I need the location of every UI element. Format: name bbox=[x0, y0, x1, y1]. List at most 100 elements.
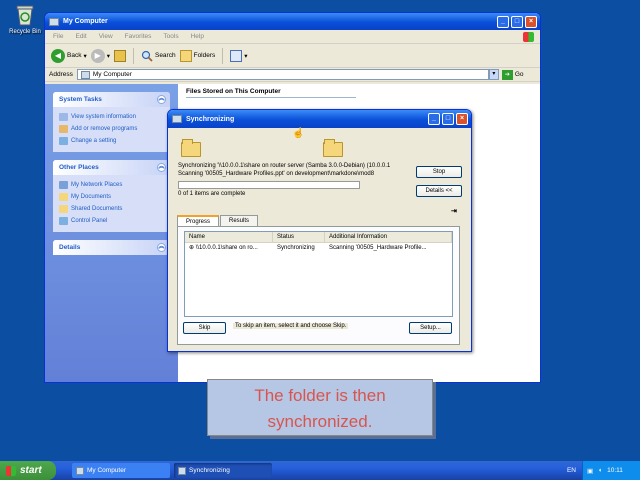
link-label: Change a setting bbox=[71, 138, 117, 144]
system-info-icon bbox=[59, 113, 68, 121]
add-remove-programs-link[interactable]: Add or remove programs bbox=[59, 123, 164, 135]
network-share-icon: ⊕ bbox=[189, 245, 195, 251]
programs-icon bbox=[59, 125, 68, 133]
stop-button[interactable]: Stop bbox=[416, 166, 462, 178]
control-panel-link[interactable]: Control Panel bbox=[59, 215, 164, 227]
minimize-button[interactable]: _ bbox=[497, 15, 509, 28]
taskbar-item-synchronizing[interactable]: Synchronizing bbox=[174, 463, 272, 478]
computer-icon bbox=[49, 17, 59, 26]
folders-button[interactable]: Folders bbox=[179, 49, 216, 62]
skip-hint-text: To skip an item, select it and choose Sk… bbox=[233, 323, 349, 329]
maximize-button[interactable]: □ bbox=[511, 15, 523, 28]
control-panel-icon bbox=[59, 217, 68, 225]
caption-line-1: The folder is then bbox=[254, 386, 386, 405]
other-places-title: Other Places bbox=[59, 164, 99, 171]
column-info[interactable]: Additional Information bbox=[325, 232, 452, 242]
details-title: Details bbox=[59, 244, 81, 251]
resize-grip-icon[interactable]: ⇥ bbox=[451, 207, 457, 215]
other-places-panel: Other Places ︽ My Network Places My Docu… bbox=[53, 160, 170, 232]
go-button[interactable]: ➔ Go bbox=[501, 69, 524, 80]
progress-tab-panel: Name Status Additional Information ⊕ \\1… bbox=[177, 226, 460, 345]
network-icon bbox=[59, 181, 68, 189]
collapse-icon[interactable]: ︽ bbox=[157, 163, 166, 172]
details-button[interactable]: Details << bbox=[416, 185, 462, 197]
task-label: Synchronizing bbox=[189, 467, 230, 474]
dropdown-icon[interactable]: ▾ bbox=[83, 52, 86, 60]
close-button[interactable]: × bbox=[456, 113, 468, 125]
forward-arrow-icon: ▶ bbox=[90, 48, 105, 63]
menu-help[interactable]: Help bbox=[191, 33, 204, 40]
dropdown-icon[interactable]: ▾ bbox=[107, 52, 110, 60]
back-button[interactable]: ◀ Back ▾ bbox=[51, 48, 87, 63]
views-button[interactable]: ▾ bbox=[230, 49, 248, 62]
sync-line-1: Synchronizing '\\10.0.0.1\share on route… bbox=[178, 163, 391, 169]
start-label: start bbox=[20, 465, 42, 476]
maximize-button[interactable]: □ bbox=[442, 113, 454, 125]
dialog-title: Synchronizing bbox=[186, 115, 235, 123]
minimize-button[interactable]: _ bbox=[428, 113, 440, 125]
system-tasks-header[interactable]: System Tasks ︽ bbox=[53, 92, 170, 107]
address-dropdown-button[interactable]: ▾ bbox=[488, 69, 499, 80]
link-label: Add or remove programs bbox=[71, 126, 138, 132]
view-system-info-link[interactable]: View system information bbox=[59, 111, 164, 123]
menu-edit[interactable]: Edit bbox=[75, 33, 86, 40]
source-folder-icon bbox=[181, 139, 201, 157]
skip-button[interactable]: Skip bbox=[183, 322, 226, 334]
language-indicator[interactable]: EN bbox=[567, 467, 576, 474]
change-setting-link[interactable]: Change a setting bbox=[59, 135, 164, 147]
network-tray-icon[interactable]: ▣ bbox=[587, 467, 593, 475]
start-button[interactable]: start bbox=[0, 461, 56, 480]
toolbar: ◀ Back ▾ ▶ ▾ Search Folders ▾ bbox=[45, 44, 540, 68]
link-label: View system information bbox=[71, 114, 136, 120]
toolbar-separator bbox=[222, 47, 224, 64]
link-label: Control Panel bbox=[71, 218, 108, 224]
my-network-places-link[interactable]: My Network Places bbox=[59, 179, 164, 191]
link-label: My Documents bbox=[71, 194, 112, 200]
tutorial-caption: The folder is then synchronized. bbox=[207, 379, 433, 436]
address-value: My Computer bbox=[92, 71, 132, 78]
setup-button[interactable]: Setup... bbox=[409, 322, 452, 334]
close-button[interactable]: × bbox=[525, 15, 537, 28]
clock[interactable]: 10:11 bbox=[607, 467, 623, 474]
menu-file[interactable]: File bbox=[53, 33, 63, 40]
search-button[interactable]: Search bbox=[141, 50, 176, 62]
menu-favorites[interactable]: Favorites bbox=[125, 33, 152, 40]
system-tasks-title: System Tasks bbox=[59, 96, 102, 103]
dialog-titlebar[interactable]: Synchronizing _ □ × bbox=[168, 110, 471, 128]
recycle-bin-icon bbox=[16, 5, 34, 26]
list-item[interactable]: ⊕ \\10.0.0.1\share on ro... Synchronizin… bbox=[185, 243, 452, 254]
expand-icon[interactable]: ︽ bbox=[157, 243, 166, 252]
shared-documents-link[interactable]: Shared Documents bbox=[59, 203, 164, 215]
forward-button[interactable]: ▶ ▾ bbox=[90, 48, 110, 63]
go-arrow-icon: ➔ bbox=[501, 69, 513, 80]
address-bar: Address My Computer ▾ ➔ Go bbox=[45, 68, 540, 82]
system-tray: ▣ ◖ 10:11 bbox=[582, 461, 640, 480]
menu-view[interactable]: View bbox=[99, 33, 113, 40]
up-folder-icon[interactable] bbox=[113, 49, 126, 62]
item-name-text: \\10.0.0.1\share on ro... bbox=[195, 245, 258, 251]
recycle-bin-desktop-icon[interactable]: Recycle Bin bbox=[8, 4, 42, 35]
section-title: Files Stored on This Computer bbox=[186, 88, 356, 98]
address-input[interactable]: My Computer bbox=[76, 69, 489, 80]
my-documents-link[interactable]: My Documents bbox=[59, 191, 164, 203]
column-status[interactable]: Status bbox=[273, 232, 325, 242]
collapse-icon[interactable]: ︽ bbox=[157, 95, 166, 104]
details-panel: Details ︽ bbox=[53, 240, 170, 255]
dropdown-icon[interactable]: ▾ bbox=[244, 52, 247, 60]
caption-line-2: synchronized. bbox=[267, 412, 373, 431]
details-header[interactable]: Details ︽ bbox=[53, 240, 170, 255]
toolbar-separator bbox=[132, 47, 134, 64]
folders-label: Folders bbox=[193, 52, 216, 59]
computer-icon bbox=[76, 466, 84, 475]
menu-tools[interactable]: Tools bbox=[163, 33, 178, 40]
task-pane: System Tasks ︽ View system information A… bbox=[45, 84, 178, 382]
tab-results[interactable]: Results bbox=[220, 215, 259, 226]
volume-icon[interactable]: ◖ bbox=[598, 467, 602, 474]
taskbar-item-my-computer[interactable]: My Computer bbox=[72, 463, 170, 478]
other-places-header[interactable]: Other Places ︽ bbox=[53, 160, 170, 175]
column-name[interactable]: Name bbox=[185, 232, 273, 242]
window-titlebar[interactable]: My Computer _ □ × bbox=[45, 13, 540, 30]
recycle-bin-label: Recycle Bin bbox=[9, 29, 41, 35]
sync-items-list[interactable]: Name Status Additional Information ⊕ \\1… bbox=[184, 231, 453, 317]
folder-icon bbox=[59, 205, 68, 213]
